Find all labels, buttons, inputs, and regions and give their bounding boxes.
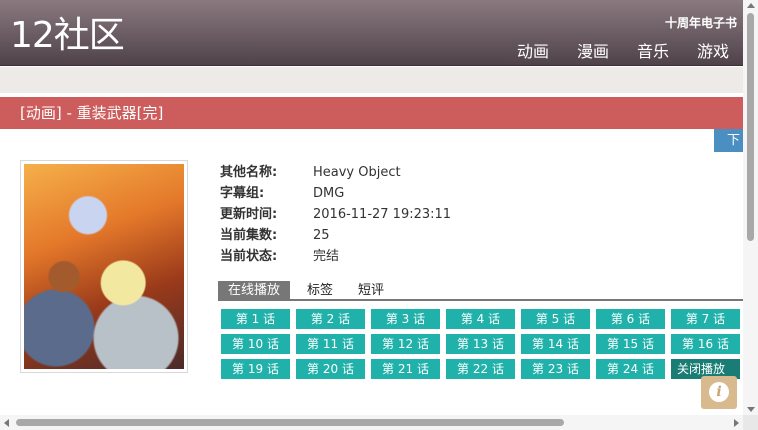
- episode-button[interactable]: 第 14 话: [521, 334, 590, 354]
- detail-value: 完结: [313, 249, 340, 264]
- episode-list: 第 1 话第 2 话第 3 话第 4 话第 5 话第 6 话第 7 话第 8 话…: [221, 309, 743, 381]
- tab-comments[interactable]: 短评: [348, 281, 394, 299]
- vertical-scrollbar[interactable]: [743, 0, 758, 415]
- episode-button[interactable]: 第 12 话: [371, 334, 440, 354]
- info-button[interactable]: i: [701, 376, 737, 409]
- detail-label: 字幕组:: [220, 186, 265, 201]
- episode-button[interactable]: 第 1 话: [221, 309, 290, 329]
- nav-music[interactable]: 音乐: [637, 38, 669, 62]
- nav-games[interactable]: 游戏: [697, 38, 729, 62]
- episode-button[interactable]: 第 15 话: [596, 334, 665, 354]
- detail-value: DMG: [313, 186, 345, 201]
- page-title: [动画] - 重装武器[完]: [0, 97, 743, 129]
- horizontal-scroll-thumb[interactable]: [16, 419, 564, 426]
- poster-frame: [20, 160, 188, 373]
- vertical-scroll-thumb[interactable]: [747, 13, 754, 241]
- scroll-up-icon[interactable]: [747, 3, 755, 8]
- scroll-down-icon[interactable]: [747, 407, 755, 412]
- detail-value: 2016-11-27 19:23:11: [313, 207, 452, 222]
- detail-row: 当前集数: 25: [220, 225, 451, 246]
- tab-online-play[interactable]: 在线播放: [218, 281, 291, 299]
- episode-button[interactable]: 第 4 话: [446, 309, 515, 329]
- detail-row: 其他名称: Heavy Object: [220, 162, 451, 183]
- detail-row: 当前状态: 完结: [220, 246, 451, 267]
- scrollbar-corner: [743, 415, 758, 430]
- content-tabs: 在线播放 标签 短评: [218, 281, 743, 301]
- detail-list: 其他名称: Heavy Object 字幕组: DMG 更新时间: 2016-1…: [220, 162, 451, 267]
- main-nav: 动画 漫画 音乐 游戏: [517, 38, 729, 62]
- episode-button[interactable]: 第 2 话: [296, 309, 365, 329]
- horizontal-scrollbar[interactable]: [0, 415, 743, 430]
- site-header: 12社区 十周年电子书 动画 漫画 音乐 游戏: [0, 0, 743, 66]
- scroll-right-icon[interactable]: [734, 419, 739, 427]
- download-button[interactable]: 下: [714, 129, 743, 152]
- episode-button[interactable]: 第 20 话: [296, 359, 365, 379]
- episode-button[interactable]: 第 5 话: [521, 309, 590, 329]
- episode-button[interactable]: 第 11 话: [296, 334, 365, 354]
- episode-button[interactable]: 第 23 话: [521, 359, 590, 379]
- episode-button[interactable]: 第 16 话: [671, 334, 740, 354]
- episode-button[interactable]: 第 19 话: [221, 359, 290, 379]
- detail-label: 更新时间:: [220, 207, 278, 222]
- nav-anime[interactable]: 动画: [517, 38, 549, 62]
- tab-tags[interactable]: 标签: [297, 281, 343, 299]
- detail-label: 当前状态:: [220, 249, 278, 264]
- episode-grid: 第 1 话第 2 话第 3 话第 4 话第 5 话第 6 话第 7 话第 8 话…: [221, 309, 743, 379]
- episode-button[interactable]: 第 22 话: [446, 359, 515, 379]
- festival-link[interactable]: 十周年电子书: [665, 14, 737, 31]
- detail-label: 当前集数:: [220, 228, 278, 243]
- episode-button[interactable]: 第 13 话: [446, 334, 515, 354]
- nav-manga[interactable]: 漫画: [577, 38, 609, 62]
- episode-button[interactable]: 第 7 话: [671, 309, 740, 329]
- scroll-left-icon[interactable]: [4, 419, 9, 427]
- episode-button[interactable]: 第 10 话: [221, 334, 290, 354]
- sub-nav-strip: [0, 67, 743, 93]
- anime-poster-image: [24, 164, 184, 369]
- detail-value: 25: [313, 228, 330, 243]
- episode-button[interactable]: 第 21 话: [371, 359, 440, 379]
- detail-row: 字幕组: DMG: [220, 183, 451, 204]
- detail-label: 其他名称:: [220, 165, 278, 180]
- detail-value: Heavy Object: [313, 165, 401, 180]
- episode-button[interactable]: 第 3 话: [371, 309, 440, 329]
- info-icon: i: [709, 382, 729, 402]
- site-logo[interactable]: 12社区: [10, 14, 125, 58]
- detail-row: 更新时间: 2016-11-27 19:23:11: [220, 204, 451, 225]
- episode-button[interactable]: 第 24 话: [596, 359, 665, 379]
- episode-button[interactable]: 第 6 话: [596, 309, 665, 329]
